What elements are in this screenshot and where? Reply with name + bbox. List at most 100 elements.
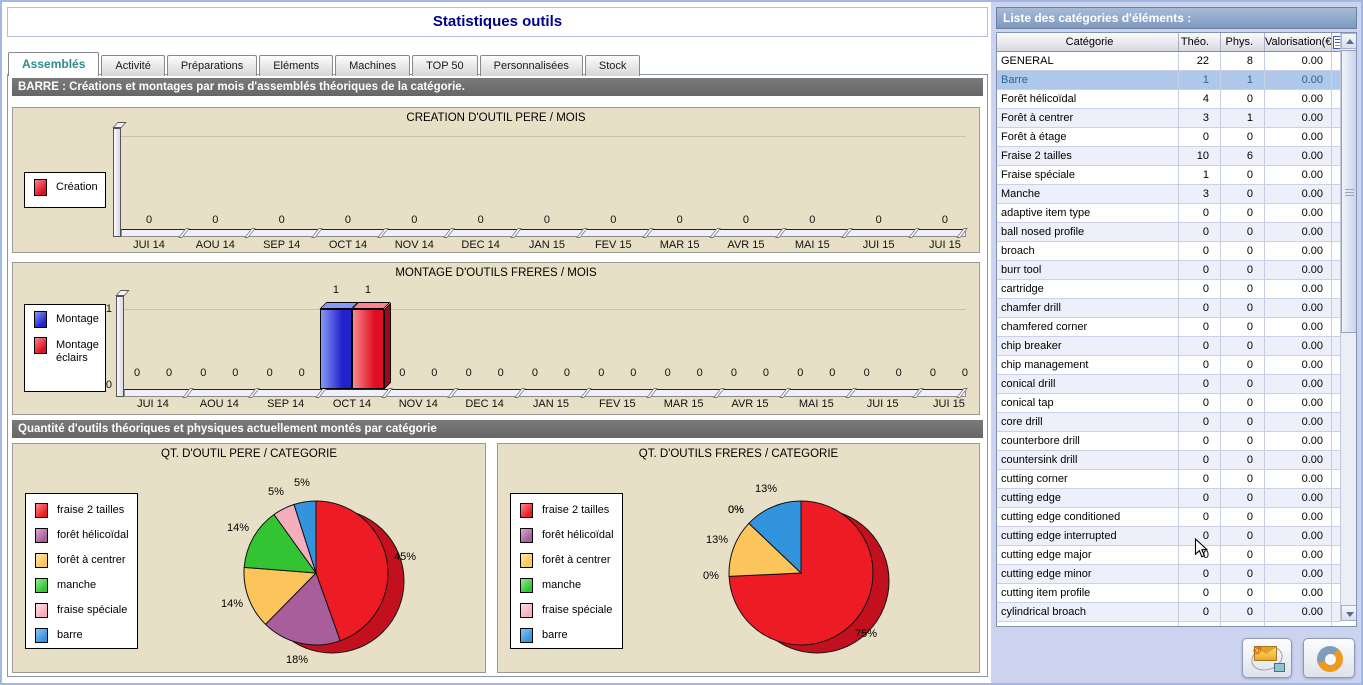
cell-phys: 0	[1221, 356, 1265, 375]
category-row-cutting-corner[interactable]: cutting corner000.00	[997, 470, 1341, 489]
cell-valorisation: 0.00	[1265, 470, 1332, 489]
category-row-conical-drill[interactable]: conical drill000.00	[997, 375, 1341, 394]
tab-el-ments[interactable]: Eléments	[259, 55, 333, 76]
cell-theo: 0	[1179, 432, 1221, 451]
bar-value-label: 0	[820, 367, 844, 379]
category-row-cylindrical-broach[interactable]: cylindrical broach000.00	[997, 603, 1341, 622]
bar-value-label: 0	[855, 367, 879, 379]
cell-phys: 0	[1221, 546, 1265, 565]
bar-value-label: 0	[722, 367, 746, 379]
cell-categorie: core drill	[997, 413, 1179, 432]
category-row-manche[interactable]: Manche300.00	[997, 185, 1341, 204]
cell-theo: 0	[1179, 622, 1221, 627]
tab-assembl-s[interactable]: Assemblés	[8, 52, 99, 76]
category-row-broach[interactable]: broach000.00	[997, 242, 1341, 261]
cell-theo: 0	[1179, 413, 1221, 432]
tab-personnalis-es[interactable]: Personnalisées	[480, 55, 583, 76]
cell-valorisation: 0.00	[1265, 52, 1332, 71]
category-row-cutting-edge-minor[interactable]: cutting edge minor000.00	[997, 565, 1341, 584]
cell-theo: 3	[1179, 109, 1221, 128]
category-row-chip-management[interactable]: chip management000.00	[997, 356, 1341, 375]
x-tick-label: FEV 15	[587, 398, 647, 410]
category-row-fraise-sp-ciale[interactable]: Fraise spéciale100.00	[997, 166, 1341, 185]
x-tick-label: DEC 14	[455, 398, 515, 410]
tab-activit[interactable]: Activité	[101, 55, 164, 76]
y-axis-pillar	[113, 128, 121, 237]
cell-phys: 0	[1221, 299, 1265, 318]
category-row-cutting-item-profile[interactable]: cutting item profile000.00	[997, 584, 1341, 603]
category-row-cutting-edge-interrupted[interactable]: cutting edge interrupted000.00	[997, 527, 1341, 546]
tab-stock[interactable]: Stock	[585, 55, 641, 76]
cell-theo: 10	[1179, 147, 1221, 166]
category-row-cutting-edge-major[interactable]: cutting edge major000.00	[997, 546, 1341, 565]
cell-valorisation: 0.00	[1265, 546, 1332, 565]
cell-phys: 0	[1221, 242, 1265, 261]
vertical-scrollbar[interactable]	[1340, 33, 1356, 621]
x-tick-label: SEP 14	[252, 239, 312, 251]
cell-valorisation: 0.00	[1265, 299, 1332, 318]
tab-machines[interactable]: Machines	[335, 55, 410, 76]
cell-phys: 0	[1221, 204, 1265, 223]
tab-top-50[interactable]: TOP 50	[412, 55, 478, 76]
category-row-for-t-tage[interactable]: Forêt à étage000.00	[997, 128, 1341, 147]
legend-item: Montage	[34, 311, 105, 328]
category-row-conical-tap[interactable]: conical tap000.00	[997, 394, 1341, 413]
cell-phys: 0	[1221, 223, 1265, 242]
scroll-down-button[interactable]	[1341, 605, 1357, 621]
cell-valorisation: 0.00	[1265, 280, 1332, 299]
category-row-cutting-edge[interactable]: cutting edge000.00	[997, 489, 1341, 508]
cell-categorie: cutting edge conditioned	[997, 508, 1179, 527]
category-row-cutting-edge-conditioned[interactable]: cutting edge conditioned000.00	[997, 508, 1341, 527]
cell-categorie: Forêt à centrer	[997, 109, 1179, 128]
send-email-button[interactable]: @	[1242, 638, 1292, 678]
bar-value-label: 0	[270, 214, 294, 226]
cell-theo: 0	[1179, 394, 1221, 413]
down-arrow-icon	[1346, 612, 1354, 617]
cell-theo: 4	[1179, 90, 1221, 109]
column-header-theo[interactable]: Théo.	[1179, 33, 1221, 51]
refresh-button[interactable]	[1303, 638, 1355, 678]
bar-value-label: 0	[734, 214, 758, 226]
bar-value-label: 0	[589, 367, 613, 379]
cell-valorisation: 0.00	[1265, 71, 1332, 90]
column-header-valorisation[interactable]: Valorisation(€)	[1265, 33, 1332, 51]
cell-categorie: chamfer drill	[997, 299, 1179, 318]
cell-categorie: Fraise 2 tailles	[997, 147, 1179, 166]
montage-clairs-swatch-icon	[34, 337, 47, 354]
x-tick-label: MAI 15	[782, 239, 842, 251]
cell-theo: 0	[1179, 508, 1221, 527]
category-row-cylindrical[interactable]: cylindrical000.00	[997, 622, 1341, 627]
category-row-chip-breaker[interactable]: chip breaker000.00	[997, 337, 1341, 356]
monitor-icon	[1274, 663, 1285, 672]
bar-montage-clairs	[352, 309, 384, 389]
category-row-fraise-2-tailles[interactable]: Fraise 2 tailles1060.00	[997, 147, 1341, 166]
bar-value-label: 1	[356, 284, 380, 296]
category-row-for-t-h-lico-dal[interactable]: Forêt hélicoïdal400.00	[997, 90, 1341, 109]
category-row-core-drill[interactable]: core drill000.00	[997, 413, 1341, 432]
tab-pr-parations[interactable]: Préparations	[167, 55, 257, 76]
tab-bar: AssemblésActivitéPréparationsElémentsMac…	[8, 52, 642, 75]
scroll-up-button[interactable]	[1341, 33, 1357, 49]
category-row-counterbore-drill[interactable]: counterbore drill000.00	[997, 432, 1341, 451]
category-row-general[interactable]: GENERAL2280.00	[997, 52, 1341, 71]
x-tick-label: AOU 14	[185, 239, 245, 251]
column-header-phys[interactable]: Phys.	[1221, 33, 1265, 51]
bar-value-label: 0	[290, 367, 314, 379]
category-row-for-t-centrer[interactable]: Forêt à centrer310.00	[997, 109, 1341, 128]
category-row-adaptive-item-type[interactable]: adaptive item type000.00	[997, 204, 1341, 223]
cell-valorisation: 0.00	[1265, 147, 1332, 166]
pie-percent-label: 0%	[689, 570, 733, 582]
category-row-barre[interactable]: Barre110.00	[997, 71, 1341, 90]
cell-phys: 0	[1221, 584, 1265, 603]
gridline	[121, 136, 966, 137]
category-row-chamfered-corner[interactable]: chamfered corner000.00	[997, 318, 1341, 337]
scrollbar-thumb[interactable]	[1341, 50, 1357, 333]
category-row-burr-tool[interactable]: burr tool000.00	[997, 261, 1341, 280]
category-row-chamfer-drill[interactable]: chamfer drill000.00	[997, 299, 1341, 318]
cell-categorie: GENERAL	[997, 52, 1179, 71]
category-row-ball-nosed-profile[interactable]: ball nosed profile000.00	[997, 223, 1341, 242]
column-header-categorie[interactable]: Catégorie	[997, 33, 1179, 51]
category-row-countersink-drill[interactable]: countersink drill000.00	[997, 451, 1341, 470]
bar-value-label: 0	[933, 214, 957, 226]
category-row-cartridge[interactable]: cartridge000.00	[997, 280, 1341, 299]
